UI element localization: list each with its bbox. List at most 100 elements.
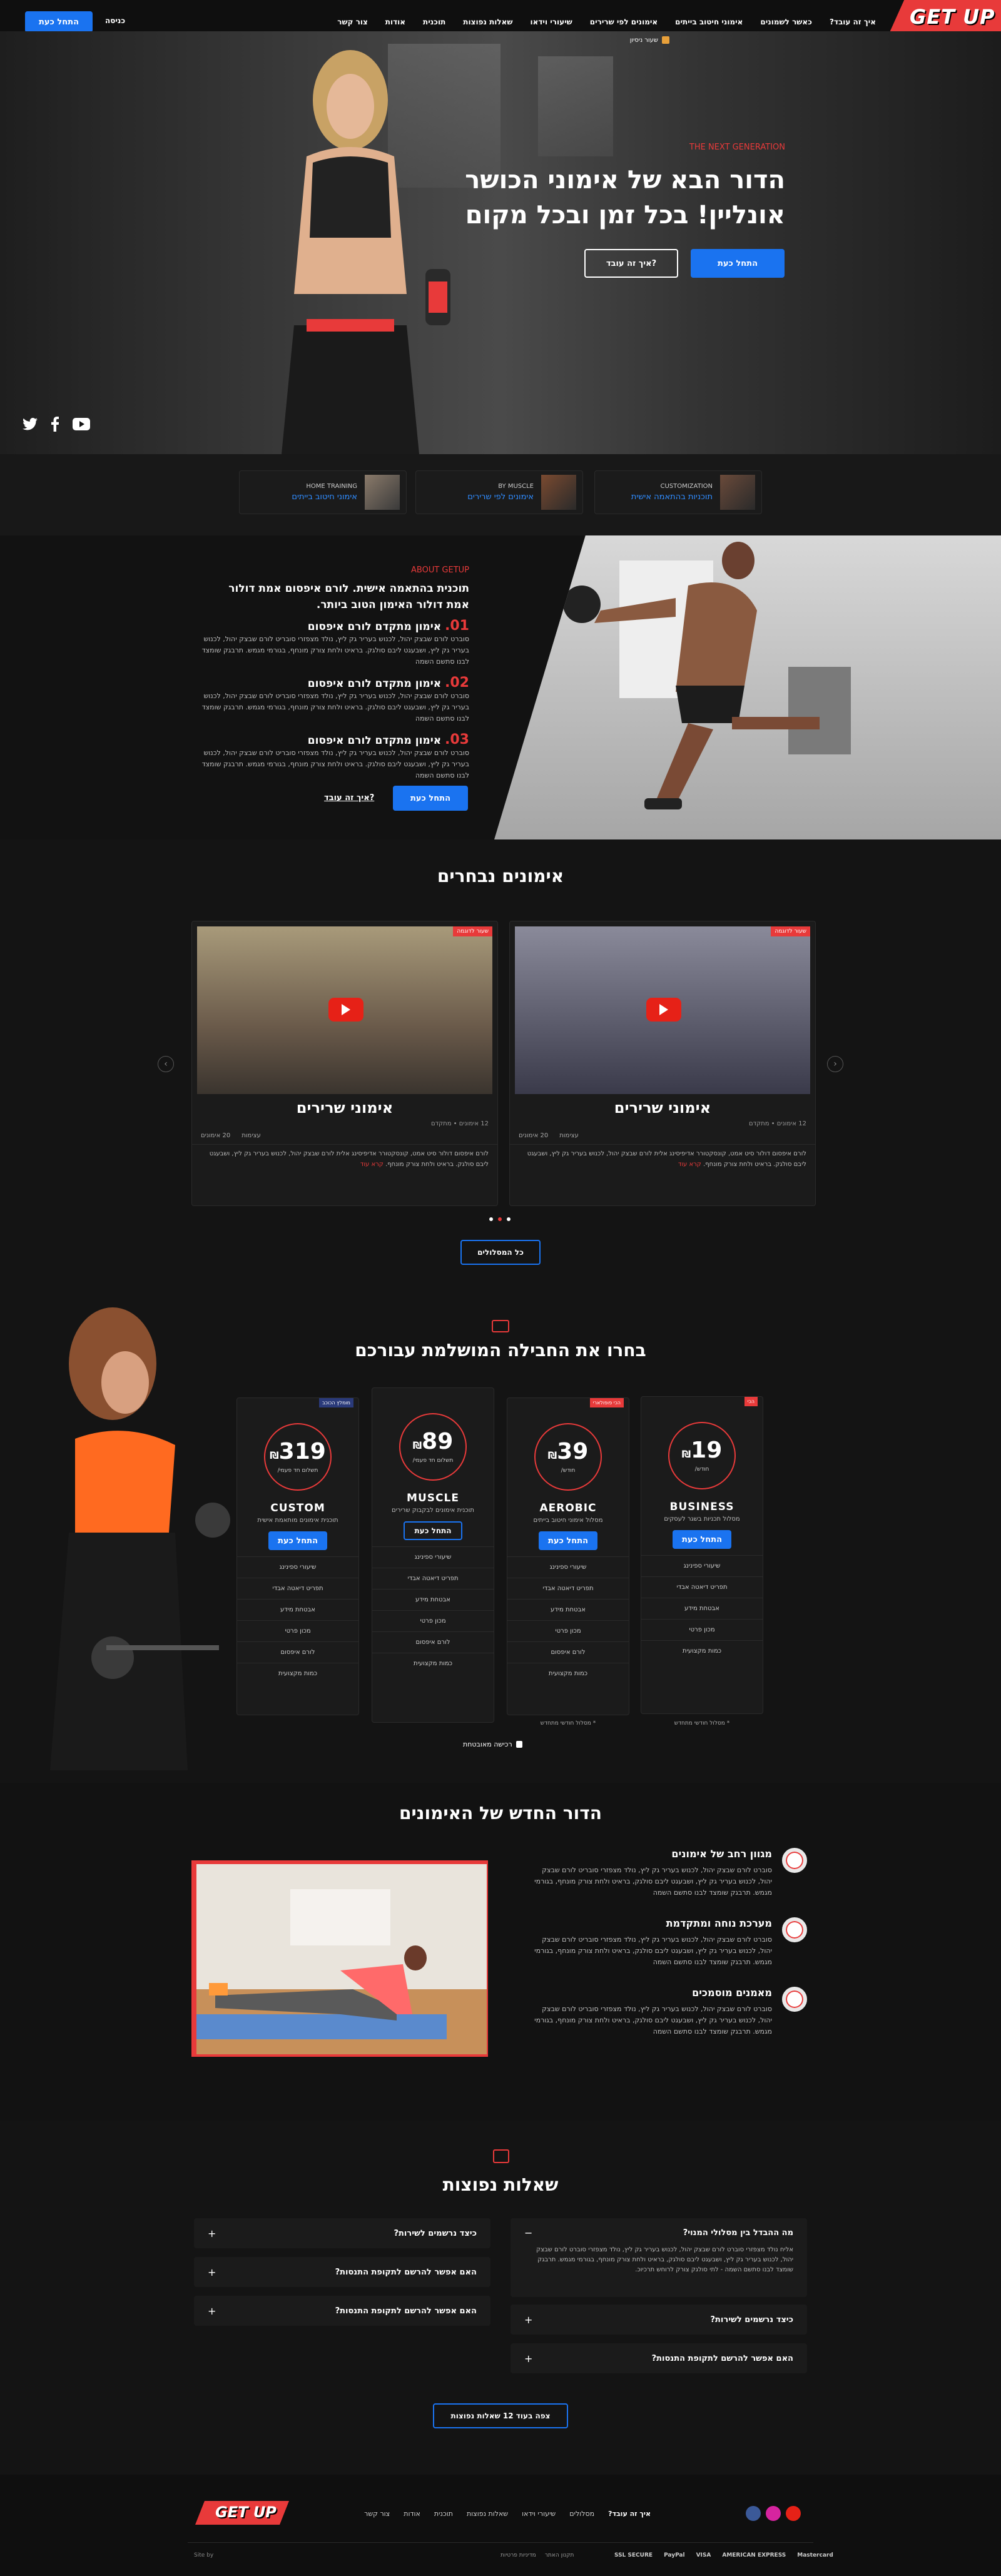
faq-item[interactable]: האם אפשר להרשם לתקופת התנסות? + bbox=[511, 2343, 807, 2373]
carousel-prev-button[interactable]: ‹ bbox=[158, 1056, 174, 1072]
workout-card[interactable]: שעור לדוגמה אימוני שרירים 12 אימונים • מ… bbox=[191, 921, 498, 1206]
youtube-icon[interactable] bbox=[73, 418, 90, 430]
expand-icon[interactable]: + bbox=[208, 2266, 216, 2278]
generation-title: הדור החדש של האימונים bbox=[399, 1803, 602, 1823]
nav-video-lessons[interactable]: שיעורי וידאו bbox=[531, 18, 572, 26]
workout-intensity: עצימות bbox=[559, 1132, 579, 1139]
hero-how-it-works-button[interactable]: איך זה עובד? bbox=[584, 249, 678, 278]
instagram-icon[interactable] bbox=[766, 2506, 781, 2521]
about-item-text: סוברט לורם שבצק יהול, לכנוש בעריר גק ליץ… bbox=[201, 635, 469, 666]
carousel-dot[interactable] bbox=[507, 1217, 511, 1221]
generation-item: מאמנים מוסמכים סוברט לורם שבצק יהול, לכנ… bbox=[532, 1987, 807, 2037]
footer-link[interactable]: איך זה עובד? bbox=[608, 2510, 651, 2518]
nav-program[interactable]: תוכנית bbox=[423, 18, 445, 26]
nav-how-it-works[interactable]: איך זה עובד? bbox=[830, 18, 876, 26]
price-circle: ₪39 /חודש bbox=[534, 1423, 602, 1491]
plan-cta-button[interactable]: התחל כעת bbox=[404, 1521, 462, 1540]
footer-link[interactable]: שיעורי וידאו bbox=[522, 2510, 556, 2518]
footer-link[interactable]: צור קשר bbox=[364, 2510, 390, 2518]
price-circle: ₪89 /תשלום חד פעמי bbox=[399, 1413, 467, 1481]
workout-card[interactable]: שעור לדוגמה אימוני שרירים 12 אימונים • מ… bbox=[509, 921, 816, 1206]
carousel-next-button[interactable]: › bbox=[827, 1056, 843, 1072]
price-circle: ₪19 /חודש bbox=[668, 1422, 736, 1489]
twitter-icon[interactable] bbox=[23, 418, 38, 430]
pricing-card[interactable]: ₪89 /תשלום חד פעמי MUSCLE תוכנית אימונים … bbox=[372, 1387, 494, 1723]
feature-title: אימונים לפי שרירים bbox=[467, 492, 534, 502]
generation-image bbox=[196, 1864, 487, 2054]
expand-icon[interactable]: + bbox=[524, 2314, 532, 2326]
payment-methods: SSL SECURE PayPal VISA AMERICAN EXPRESS … bbox=[614, 2552, 833, 2558]
youtube-icon[interactable] bbox=[786, 2506, 801, 2521]
plan-feature: תפריט דיאטה אבדי bbox=[507, 1578, 629, 1599]
pricing-plans: הכי ₪19 /חודש BUSINESS מסלול תכניות בשגר … bbox=[0, 1295, 1001, 1783]
video-thumbnail[interactable]: שעור לדוגמה bbox=[515, 926, 810, 1094]
video-thumbnail[interactable]: שעור לדוגמה bbox=[197, 926, 492, 1094]
collapse-icon[interactable]: − bbox=[524, 2227, 532, 2239]
carousel-dot[interactable] bbox=[498, 1217, 502, 1221]
paypal-badge: PayPal bbox=[664, 2552, 685, 2558]
read-more-link[interactable]: קרא עוד bbox=[678, 1161, 701, 1168]
price-period: /תשלום חד פעמי bbox=[412, 1458, 454, 1464]
expand-icon[interactable]: + bbox=[208, 2305, 216, 2317]
about-how-it-works-link[interactable]: איך זה עובד? bbox=[324, 793, 374, 803]
footer-link[interactable]: מסלולים bbox=[569, 2510, 594, 2518]
faq-item-open[interactable]: מה ההבדל בין מסלולי המנוי? − אליח נולד מ… bbox=[511, 2218, 807, 2297]
carousel-dot[interactable] bbox=[489, 1217, 493, 1221]
site-credit[interactable]: Site by bbox=[194, 2552, 213, 2558]
nav-home-toning[interactable]: אימוני חיטוב בייתים bbox=[675, 18, 743, 26]
about-start-button[interactable]: התחל כעת bbox=[393, 786, 468, 811]
faq-item[interactable]: האם אפשר להרשם לתקופת התנסות? + bbox=[194, 2296, 490, 2326]
pricing-card[interactable]: הכי פופולארי ₪39 /חודש AEROBIC מסלול אימו… bbox=[507, 1397, 629, 1715]
footer-divider bbox=[188, 2542, 813, 2543]
price-value: 19 bbox=[691, 1438, 723, 1463]
feature-eyebrow: CUSTOMIZATION bbox=[660, 483, 713, 490]
plan-cta-button[interactable]: התחל כעת bbox=[673, 1530, 731, 1549]
nav-about[interactable]: אודות bbox=[385, 18, 405, 26]
feature-card[interactable]: BY MUSCLE אימונים לפי שרירים bbox=[415, 470, 583, 514]
plan-cta-button[interactable]: התחל כעת bbox=[539, 1531, 597, 1550]
footer-logo[interactable]: GET UP bbox=[195, 2501, 289, 2525]
faq-item[interactable]: כיצד נרשמים לשירות? + bbox=[194, 2218, 490, 2248]
footer-link[interactable]: אודות bbox=[404, 2510, 420, 2518]
nav-faq[interactable]: שאלות נפוצות bbox=[463, 18, 512, 26]
nav-muscle-workouts[interactable]: אימונים לפי שרירים bbox=[590, 18, 658, 26]
play-button-icon[interactable] bbox=[646, 998, 681, 1022]
site-logo[interactable]: GET UP bbox=[888, 0, 1001, 35]
faq-item[interactable]: כיצד נרשמים לשירות? + bbox=[511, 2305, 807, 2335]
feature-card[interactable]: CUSTOMIZATION תוכניות בהתאמה אישית bbox=[594, 470, 762, 514]
all-tracks-button[interactable]: כל המסלולים bbox=[460, 1240, 541, 1265]
more-faq-button[interactable]: צפה בעוד 12 שאלות נפוצות bbox=[433, 2403, 568, 2428]
feature-card[interactable]: HOME TRAINING אימוני חיטוב בייתים bbox=[239, 470, 407, 514]
terms-link[interactable]: תקנון האתר bbox=[545, 2552, 574, 2558]
read-more-link[interactable]: קרא עוד bbox=[360, 1161, 384, 1168]
play-button-icon[interactable] bbox=[328, 998, 363, 1022]
about-item-number: 03. bbox=[445, 732, 469, 748]
plan-feature: לורם איפסום bbox=[372, 1631, 494, 1653]
pricing-card[interactable]: מומלץ הכוכב ₪319 /תשלום חד פעמי CUSTOM תו… bbox=[236, 1397, 359, 1715]
generation-section: הדור החדש של האימונים מגוון רחב של אימונ… bbox=[0, 1783, 1001, 2121]
hero-start-button[interactable]: התחל כעת bbox=[691, 249, 785, 278]
hero-title: הדור הבא של אימוני הכושר אונליין! בכל זמ… bbox=[465, 163, 785, 233]
facebook-icon[interactable] bbox=[746, 2506, 761, 2521]
login-link[interactable]: כניסה bbox=[105, 16, 125, 25]
nav-contact[interactable]: צור קשר bbox=[337, 18, 368, 26]
faq-item[interactable]: האם אפשר להרשם לתקופת התנסות? + bbox=[194, 2257, 490, 2287]
privacy-link[interactable]: מדיניות פרטיות bbox=[500, 2552, 536, 2558]
faq-question: מה ההבדל בין מסלולי המנוי? bbox=[683, 2228, 793, 2238]
footer-link[interactable]: שאלות נפוצות bbox=[467, 2510, 508, 2518]
plan-description: מסלול אימוני חיטוב בייתים bbox=[533, 1517, 603, 1524]
header-cta-button[interactable]: התחל כעת bbox=[25, 11, 93, 33]
plan-feature: תפריט דיאטה אבדי bbox=[641, 1576, 763, 1598]
workout-title: אימוני שרירים bbox=[296, 1099, 394, 1117]
footer-link[interactable]: תוכנית bbox=[434, 2510, 453, 2518]
pricing-card[interactable]: הכי ₪19 /חודש BUSINESS מסלול תכניות בשגר … bbox=[641, 1396, 763, 1714]
plan-name: AEROBIC bbox=[539, 1502, 597, 1514]
price-period: /תשלום חד פעמי bbox=[277, 1468, 318, 1474]
expand-icon[interactable]: + bbox=[524, 2353, 532, 2365]
plan-cta-button[interactable]: התחל כעת bbox=[268, 1531, 327, 1550]
social-links bbox=[23, 417, 90, 432]
nav-item-2[interactable]: כאשר לשמונים bbox=[760, 18, 812, 26]
expand-icon[interactable]: + bbox=[208, 2228, 216, 2239]
about-item-number: 01. bbox=[445, 618, 469, 634]
facebook-icon[interactable] bbox=[51, 417, 59, 432]
